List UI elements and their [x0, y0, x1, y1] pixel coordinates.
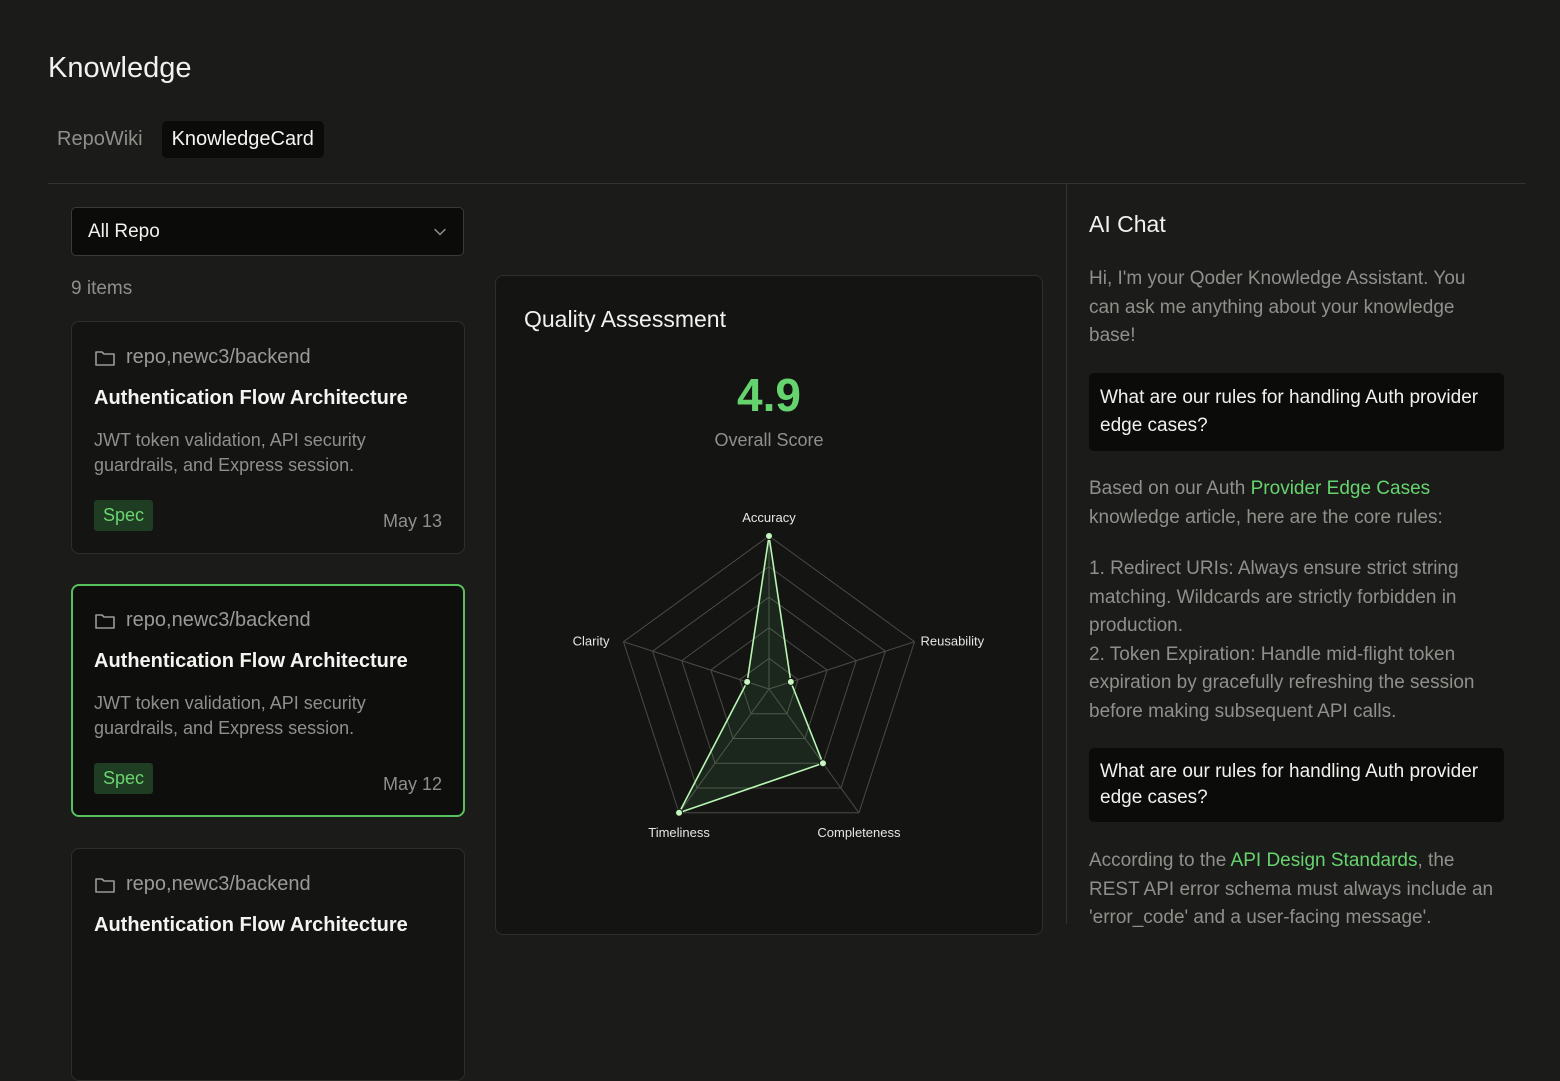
assistant-message: Based on our Auth Provider Edge Cases kn…	[1089, 475, 1509, 726]
chat-divider	[1066, 184, 1067, 924]
knowledge-card-selected[interactable]: repo,newc3/backend Authentication Flow A…	[71, 584, 465, 817]
radar-series-area	[678, 535, 824, 814]
tab-bar: RepoWiki KnowledgeCard	[48, 121, 324, 158]
card-tag: Spec	[94, 763, 154, 794]
radar-axis-label: Reusability	[921, 634, 985, 649]
radar-point	[786, 677, 795, 686]
radar-axis-label: Timeliness	[648, 825, 710, 840]
card-description: JWT token validation, API security guard…	[94, 430, 366, 475]
provider-edge-cases-link[interactable]: Provider Edge Cases	[1251, 478, 1431, 499]
card-path: repo,newc3/backend	[94, 873, 311, 896]
folder-icon	[95, 350, 115, 366]
radar-axis-label: Accuracy	[742, 510, 796, 525]
api-design-standards-link[interactable]: API Design Standards	[1231, 850, 1418, 871]
knowledge-card[interactable]: repo,newc3/backend Authentication Flow A…	[71, 848, 465, 1081]
card-path: repo,newc3/backend	[94, 346, 311, 369]
card-path-text: repo,newc3/backend	[126, 609, 311, 631]
repo-select-value: All Repo	[88, 220, 160, 242]
folder-icon	[95, 877, 115, 893]
card-date: May 12	[382, 774, 442, 794]
assistant-message: According to the API Design Standards, t…	[1089, 847, 1509, 933]
radar-chart: Accuracy Reusability Completeness Timelines…	[573, 510, 985, 840]
user-message: What are our rules for handling Auth pro…	[1089, 748, 1504, 822]
chevron-down-icon	[434, 228, 446, 236]
quality-panel: Quality Assessment 4.9 Overall Score Acc…	[495, 275, 1043, 935]
card-path-text: repo,newc3/backend	[126, 873, 311, 895]
card-date: May 13	[382, 511, 442, 531]
page-title: Knowledge	[48, 52, 192, 84]
card-title: Authentication Flow Architecture	[94, 914, 408, 936]
radar-point	[818, 759, 827, 768]
radar-axis-label: Completeness	[817, 825, 901, 840]
card-title: Authentication Flow Architecture	[94, 387, 408, 409]
radar-point	[743, 677, 752, 686]
card-path-text: repo,newc3/backend	[126, 346, 311, 368]
card-tag: Spec	[94, 500, 154, 531]
tab-repowiki[interactable]: RepoWiki	[48, 121, 152, 158]
radar-point	[675, 808, 684, 817]
header-divider	[48, 183, 1526, 184]
answer-rule-2: 2. Token Expiration: Handle mid-flight t…	[1089, 643, 1475, 722]
answer-text: According to the	[1089, 850, 1231, 871]
chat-intro: Hi, I'm your Qoder Knowledge Assistant. …	[1089, 268, 1466, 346]
radar-axis-label: Clarity	[573, 634, 610, 649]
answer-rule-1: 1. Redirect URIs: Always ensure strict s…	[1089, 558, 1459, 636]
item-count: 9 items	[71, 278, 133, 299]
repo-select[interactable]: All Repo	[71, 207, 464, 256]
radar-point	[765, 532, 773, 540]
user-message: What are our rules for handling Auth pro…	[1089, 373, 1504, 451]
card-title: Authentication Flow Architecture	[94, 650, 408, 672]
answer-text: knowledge article, here are the core rul…	[1089, 506, 1443, 528]
knowledge-card[interactable]: repo,newc3/backend Authentication Flow A…	[71, 321, 465, 554]
folder-icon	[95, 613, 115, 629]
answer-intro: Based on our Auth Provider Edge Cases kn…	[1089, 475, 1509, 532]
answer-text: Based on our Auth	[1089, 478, 1251, 499]
card-description: JWT token validation, API security guard…	[94, 693, 366, 738]
tab-knowledgecard[interactable]: KnowledgeCard	[161, 121, 324, 158]
chat-title: AI Chat	[1089, 211, 1166, 237]
card-path: repo,newc3/backend	[94, 609, 311, 632]
